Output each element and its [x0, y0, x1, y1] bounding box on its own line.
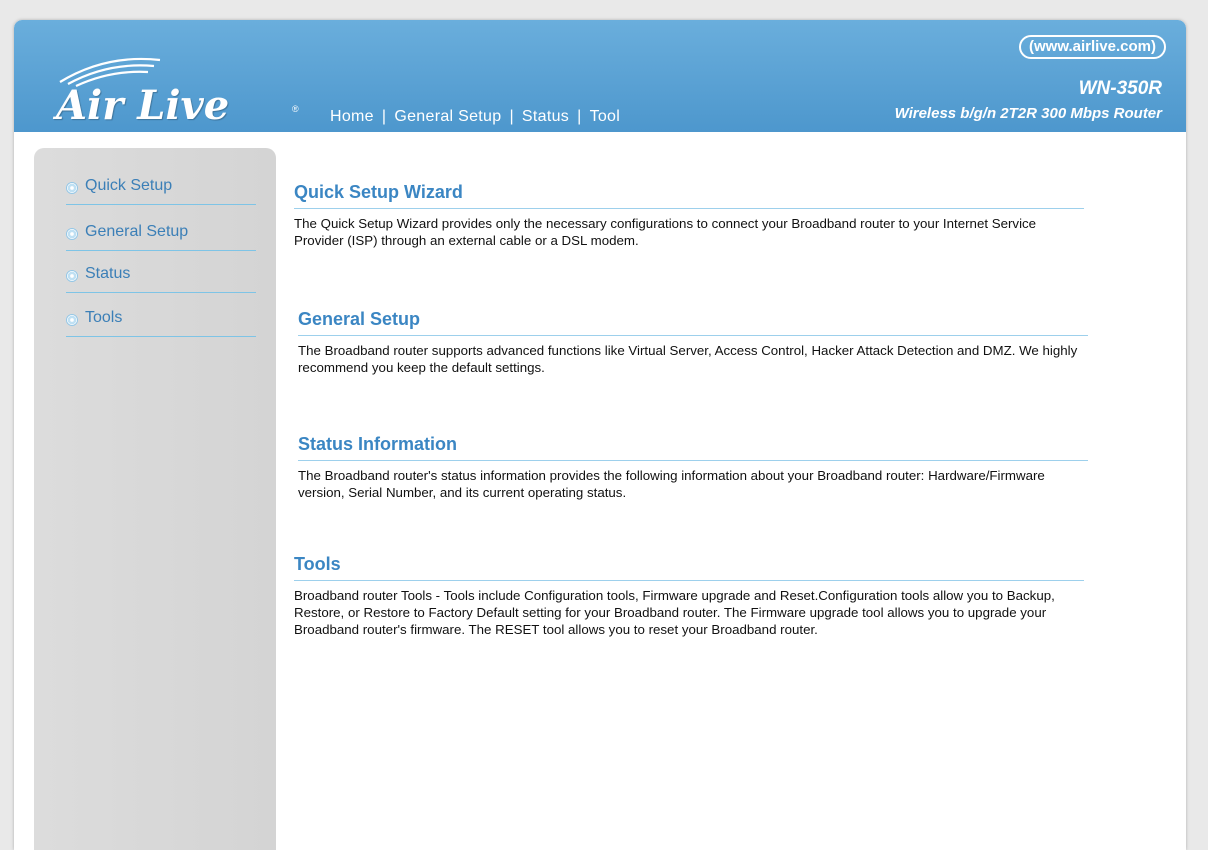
nav-status[interactable]: Status [522, 108, 569, 125]
section-title: Tools [294, 552, 1084, 581]
bullet-circle-icon [66, 270, 78, 282]
logo-wordmark: Air Live [56, 82, 230, 129]
nav-home[interactable]: Home [330, 108, 374, 125]
bullet-circle-icon [66, 228, 78, 240]
airlive-logo[interactable]: Air Live ® [56, 52, 306, 132]
registered-mark: ® [292, 104, 299, 114]
router-admin-page: Air Live ® Home | General Setup | Status | Too… [14, 20, 1186, 850]
sidebar-item-general-setup[interactable]: General Setup [66, 222, 256, 251]
nav-separator: | [381, 108, 387, 125]
model-name: WN-350R [1078, 78, 1162, 99]
sidebar-item-label: General Setup [85, 223, 189, 240]
section-description: Broadband router Tools - Tools include C… [294, 588, 1055, 637]
brand-url-link[interactable]: (www.airlive.com) [1019, 35, 1166, 59]
nav-tool[interactable]: Tool [590, 108, 621, 125]
section-title: Status Information [298, 432, 1088, 461]
top-navigation: Home | General Setup | Status | Tool [330, 108, 620, 126]
bullet-circle-icon [66, 314, 78, 326]
sidebar-item-label: Tools [85, 309, 123, 326]
sidebar-item-tools[interactable]: Tools [66, 308, 256, 337]
header-banner: Air Live ® Home | General Setup | Status | Too… [14, 20, 1186, 132]
section-description: The Broadband router's status informatio… [298, 468, 1045, 500]
sidebar-menu: Quick Setup General Setup Status Tools [34, 148, 276, 850]
sidebar-item-quick-setup[interactable]: Quick Setup [66, 176, 256, 205]
model-description: Wireless b/g/n 2T2R 300 Mbps Router [894, 105, 1162, 122]
section-quick-setup-wizard: Quick Setup Wizard The Quick Setup Wizar… [294, 180, 1084, 249]
section-title: Quick Setup Wizard [294, 180, 1084, 209]
section-description: The Broadband router supports advanced f… [298, 343, 1078, 375]
sidebar-item-label: Status [85, 265, 131, 282]
bullet-circle-icon [66, 182, 78, 194]
nav-separator: | [509, 108, 514, 125]
section-status-information: Status Information The Broadband router'… [298, 432, 1088, 501]
sidebar-item-status[interactable]: Status [66, 264, 256, 293]
nav-separator: | [577, 108, 582, 125]
sidebar-item-label: Quick Setup [85, 177, 173, 194]
nav-general-setup[interactable]: General Setup [394, 108, 501, 125]
section-title: General Setup [298, 307, 1088, 336]
section-general-setup: General Setup The Broadband router suppo… [298, 307, 1088, 376]
section-description: The Quick Setup Wizard provides only the… [294, 216, 1037, 248]
section-tools: Tools Broadband router Tools - Tools inc… [294, 552, 1084, 638]
